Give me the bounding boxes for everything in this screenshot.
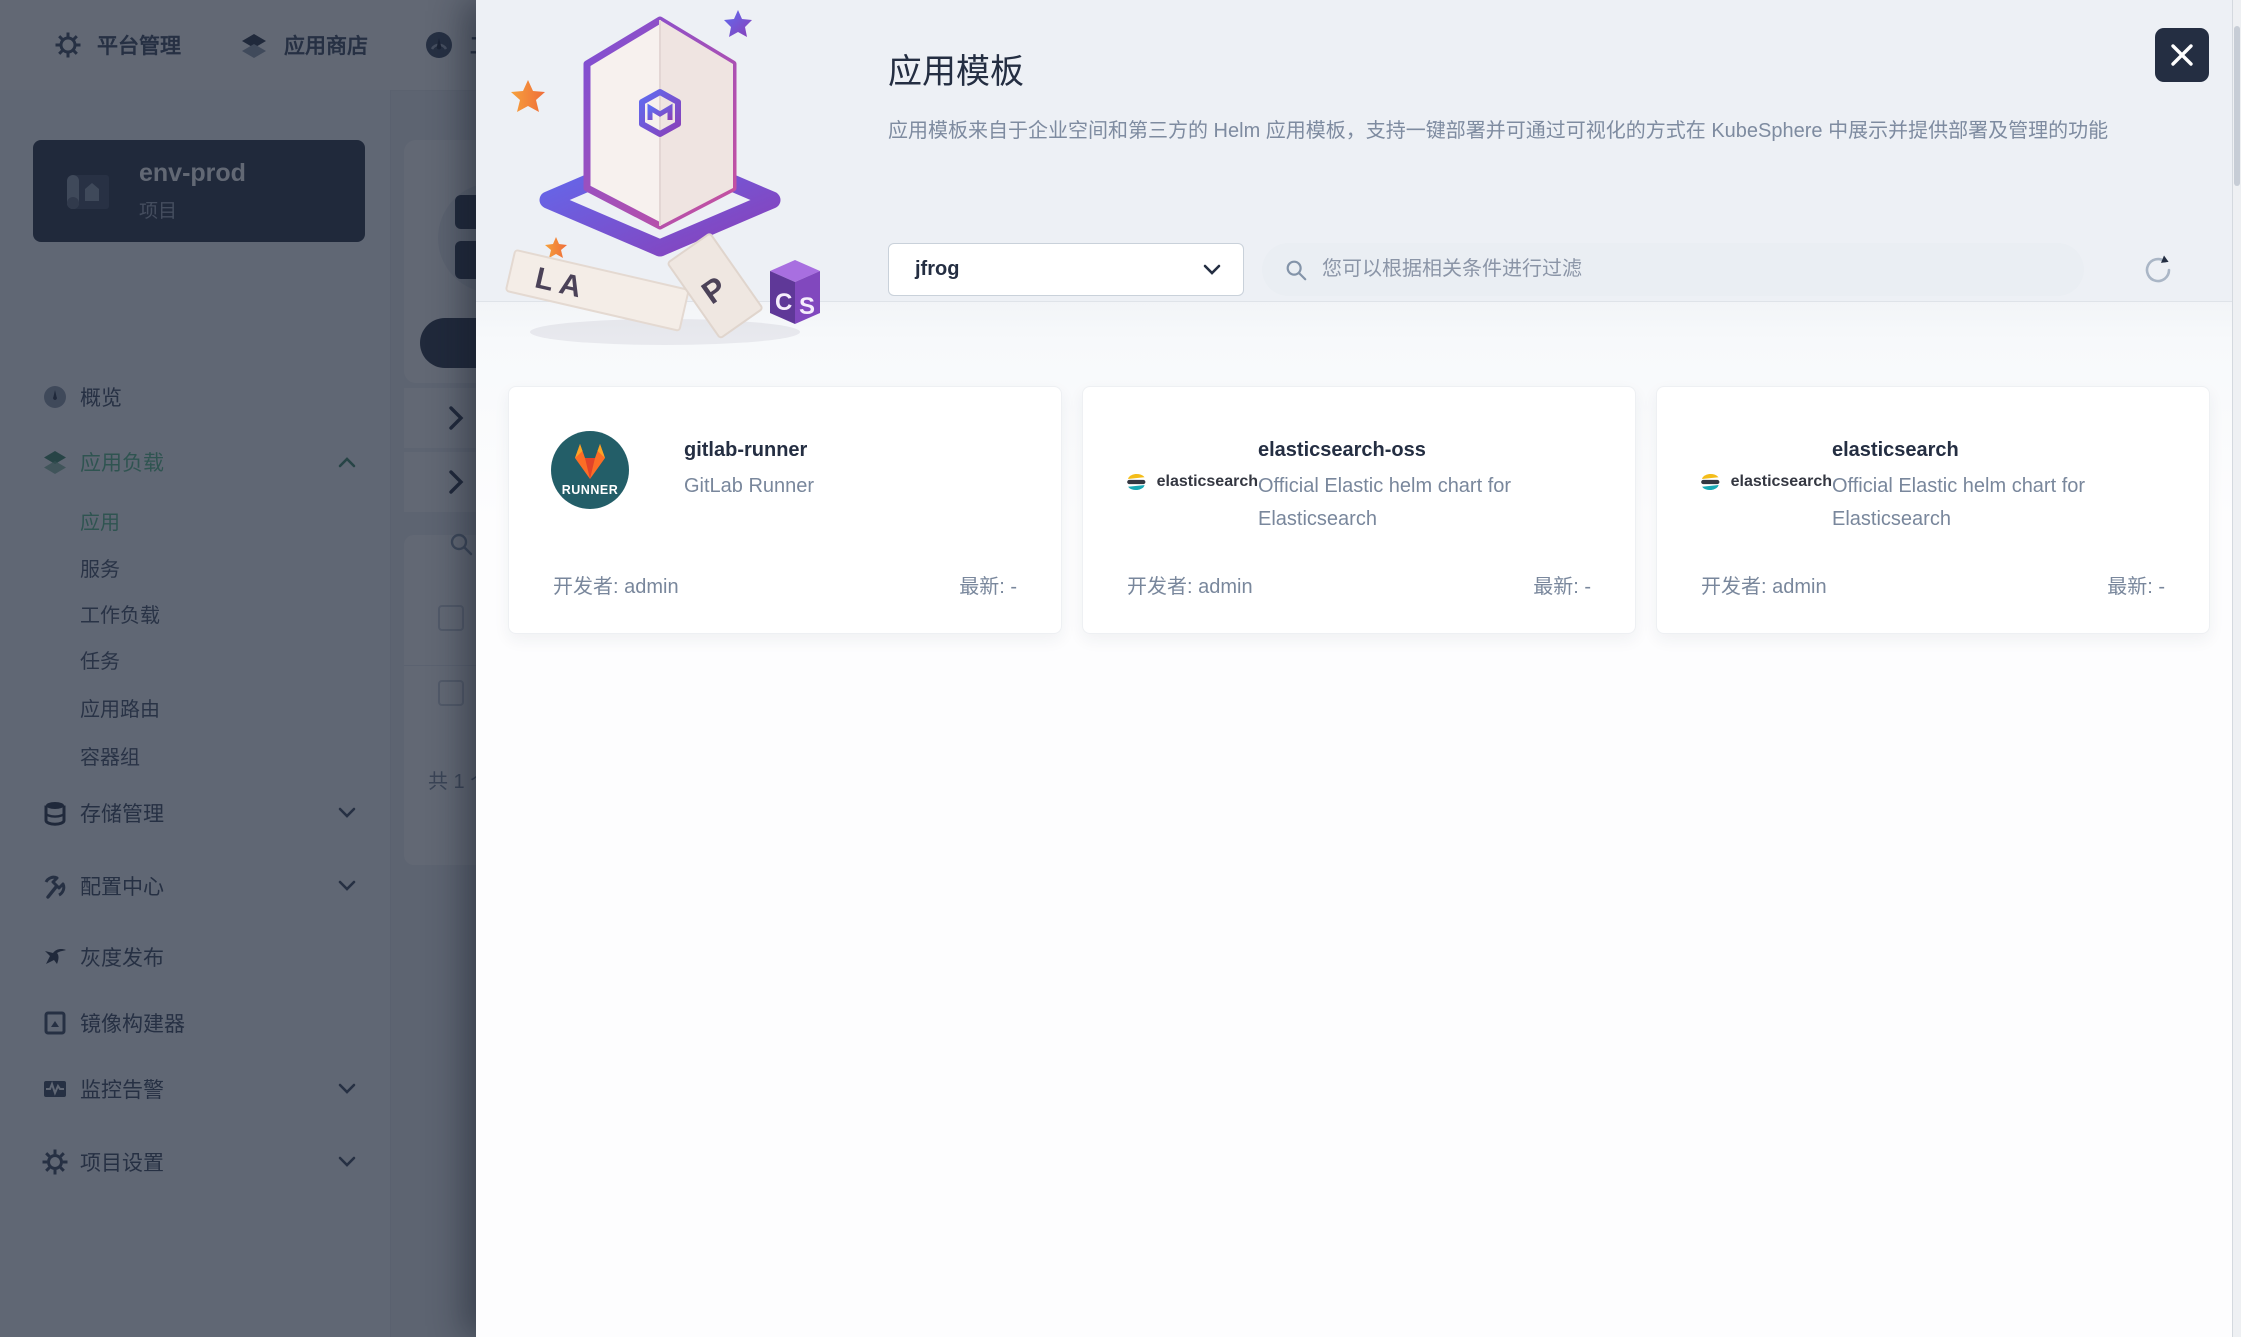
template-description: Official Elastic helm chart for Elastics… <box>1258 470 1593 536</box>
template-name: elasticsearch <box>1832 439 2167 462</box>
repo-select[interactable]: jfrog <box>888 243 1244 296</box>
repo-select-value: jfrog <box>915 258 959 281</box>
app-templates-modal: L A P C S 应用模板 应用模板来自于企业空间和第三方的 Helm 应用模… <box>476 0 2241 1337</box>
svg-text:S: S <box>799 293 815 320</box>
template-developer: 开发者: admin <box>553 570 679 599</box>
template-latest: 最新: - <box>959 570 1017 599</box>
template-card-elasticsearch[interactable]: elasticsearch elasticsearch Official Ela… <box>1656 386 2210 634</box>
search-input[interactable] <box>1320 257 2060 282</box>
refresh-icon <box>2139 251 2177 289</box>
gitlab-runner-logo: RUNNER <box>551 431 629 509</box>
svg-text:C: C <box>775 289 792 316</box>
chevron-down-icon <box>1203 264 1221 276</box>
template-card-gitlab-runner[interactable]: RUNNER gitlab-runner GitLab Runner 开发者: … <box>508 386 1062 634</box>
scrollbar[interactable] <box>2232 0 2241 1337</box>
elasticsearch-logo <box>1699 469 1722 495</box>
template-card-elasticsearch-oss[interactable]: elasticsearch elasticsearch-oss Official… <box>1082 386 1636 634</box>
refresh-button[interactable] <box>2132 245 2184 297</box>
modal-description: 应用模板来自于企业空间和第三方的 Helm 应用模板，支持一键部署并可通过可视化… <box>888 116 2128 146</box>
template-developer: 开发者: admin <box>1127 570 1253 599</box>
elasticsearch-logo <box>1125 469 1148 495</box>
template-description: Official Elastic helm chart for Elastics… <box>1832 470 2167 536</box>
template-name: elasticsearch-oss <box>1258 439 1593 462</box>
scrollbar-thumb[interactable] <box>2234 26 2240 186</box>
close-button[interactable] <box>2155 28 2209 82</box>
template-latest: 最新: - <box>1533 570 1591 599</box>
gitlab-runner-logo-text: RUNNER <box>562 483 618 497</box>
kubesphere-illustration: L A P C S <box>500 2 836 350</box>
template-description: GitLab Runner <box>684 470 814 503</box>
close-icon <box>2169 42 2195 68</box>
elasticsearch-logo-text: elasticsearch <box>1731 473 1832 491</box>
elasticsearch-logo-text: elasticsearch <box>1157 473 1258 491</box>
template-search <box>1262 243 2084 296</box>
template-cards: RUNNER gitlab-runner GitLab Runner 开发者: … <box>508 386 2210 634</box>
search-icon <box>1284 258 1308 282</box>
modal-title: 应用模板 <box>888 44 1024 93</box>
cs-cube: C S <box>770 260 820 324</box>
template-latest: 最新: - <box>2107 570 2165 599</box>
template-name: gitlab-runner <box>684 439 814 462</box>
screen: 平台管理 应用商店 工作台 <box>0 0 2241 1337</box>
template-developer: 开发者: admin <box>1701 570 1827 599</box>
